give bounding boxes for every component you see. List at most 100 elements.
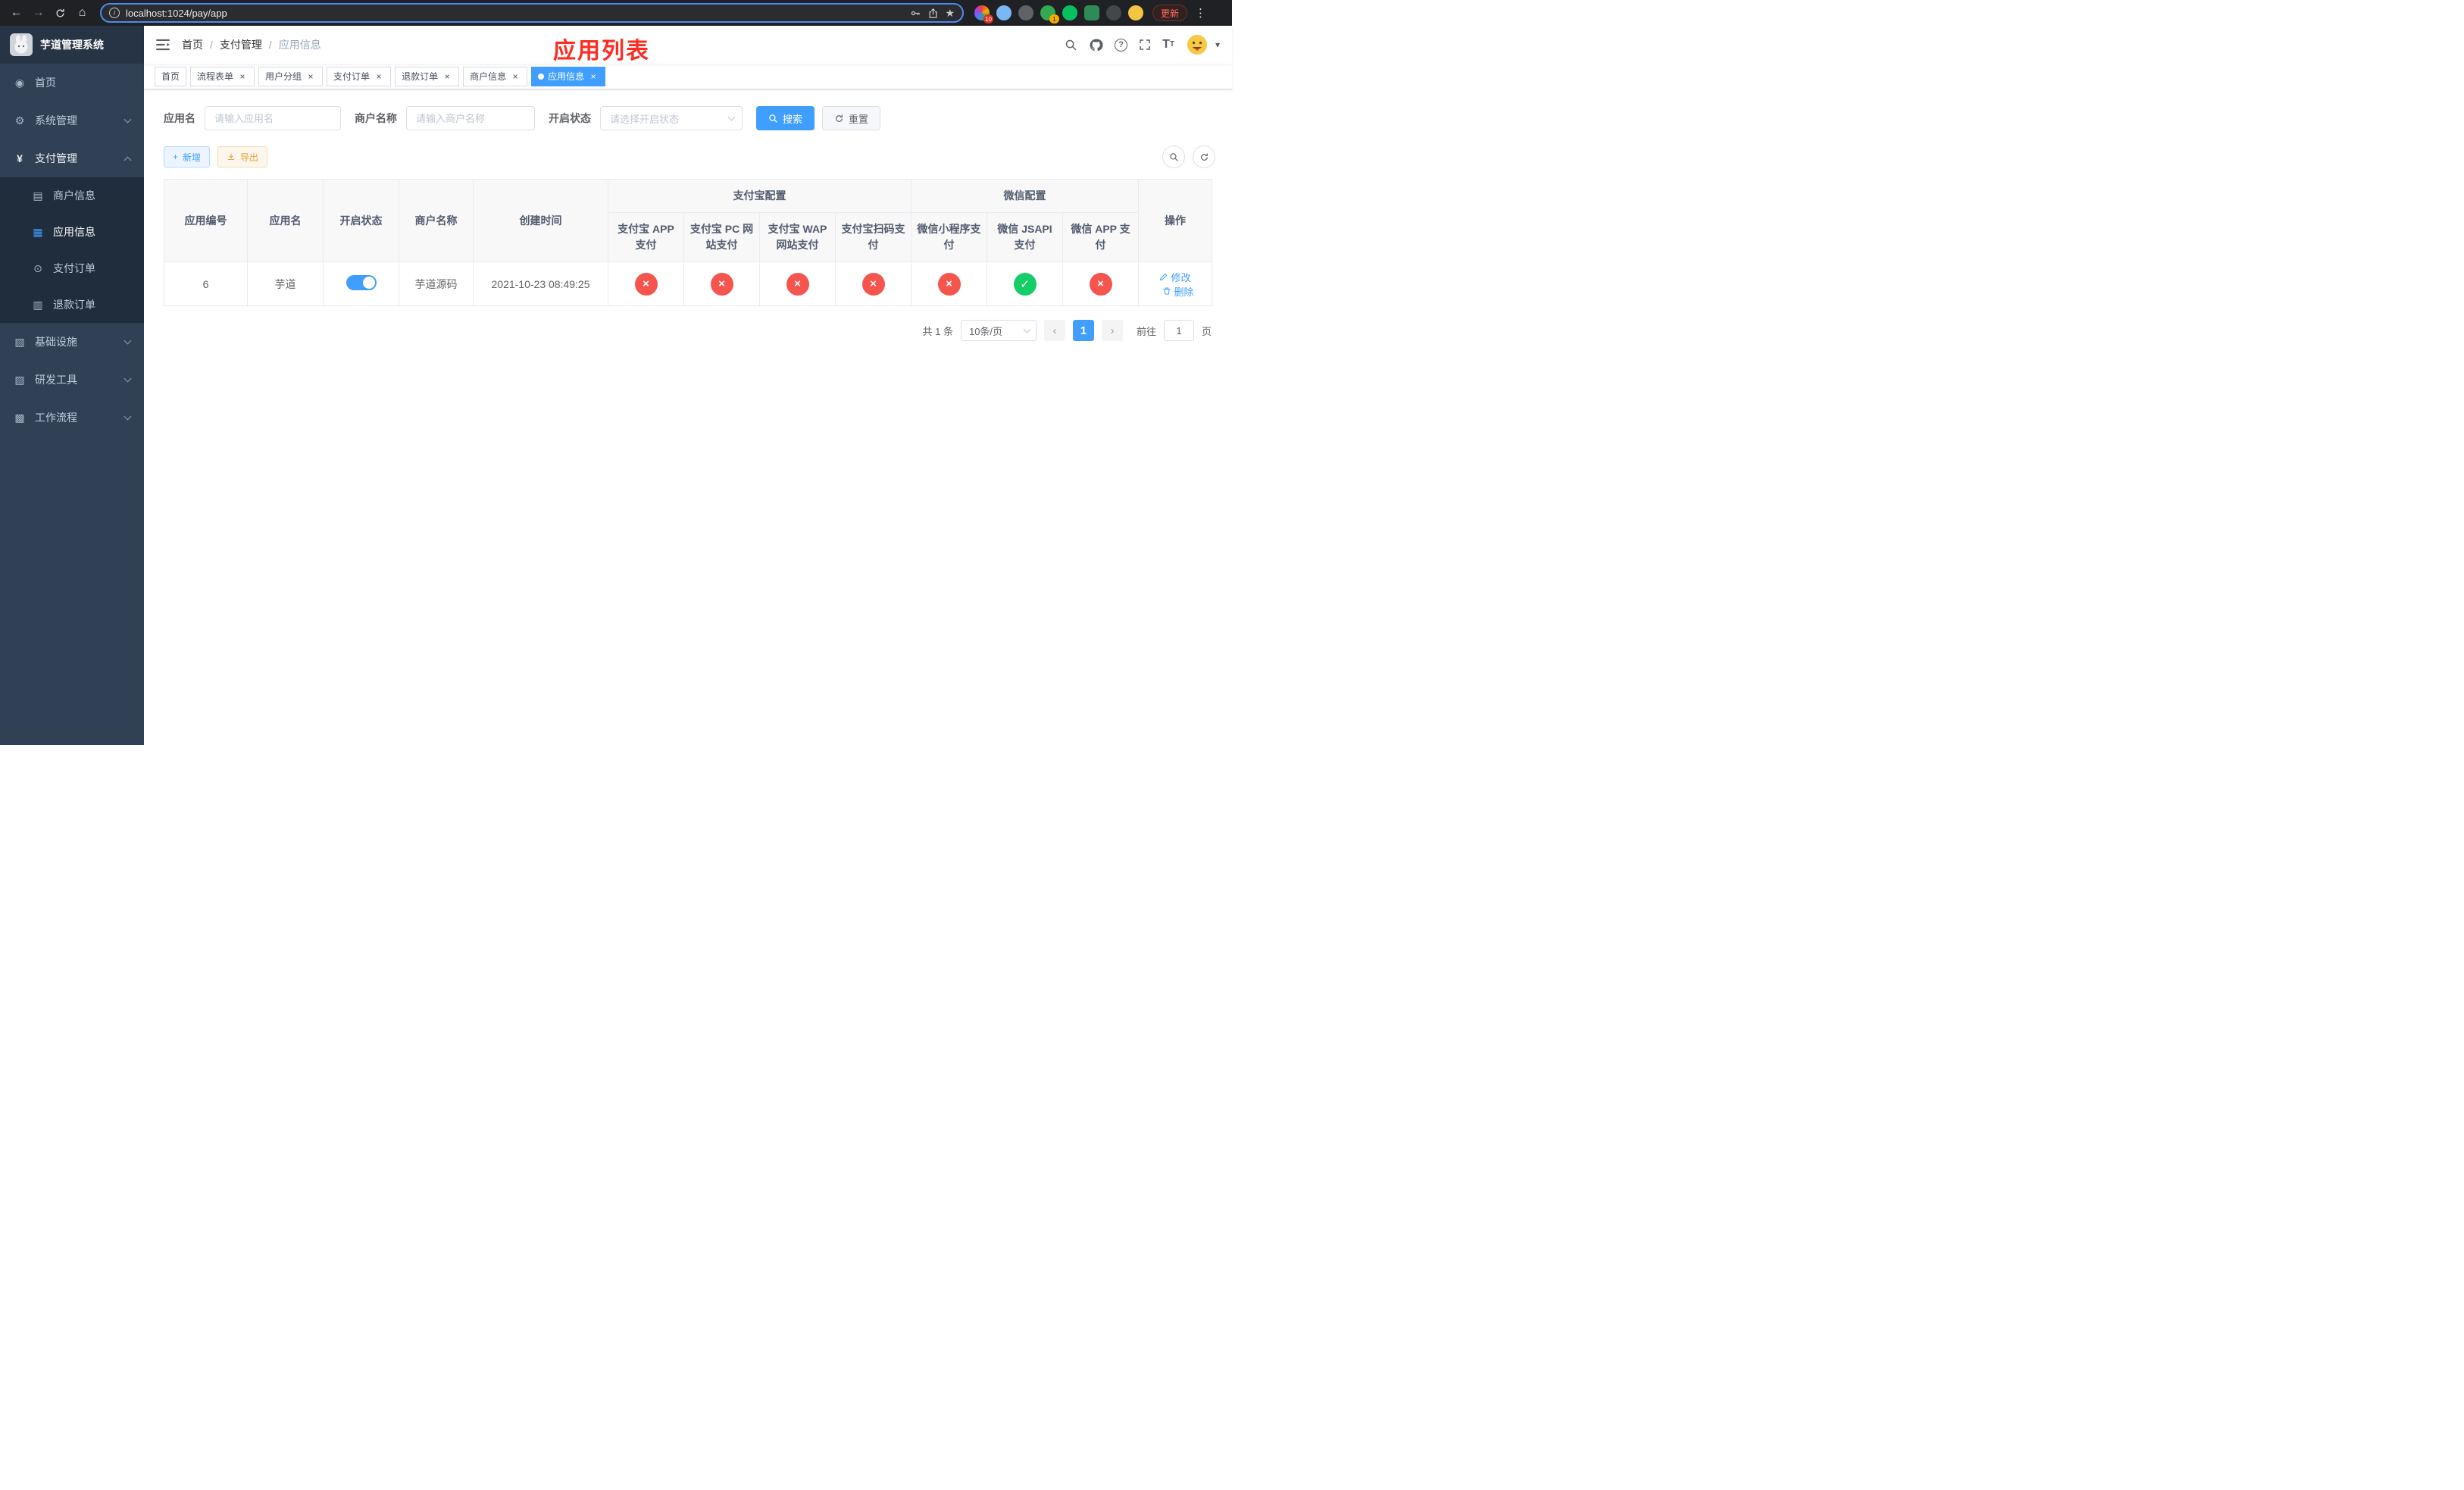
extension-green-avatar-icon[interactable]: 1 bbox=[1040, 5, 1059, 23]
group-header-wechat: 微信配置 bbox=[911, 179, 1139, 213]
extension-dark-icon[interactable] bbox=[1018, 5, 1033, 20]
close-icon[interactable]: × bbox=[305, 71, 316, 82]
col-header-name: 应用名 bbox=[247, 179, 324, 262]
avatar-caret-icon[interactable]: ▾ bbox=[1215, 39, 1220, 50]
sidebar-item-infrastructure[interactable]: ▧ 基础设施 bbox=[0, 323, 144, 361]
tab-pay-order[interactable]: 支付订单 × bbox=[327, 66, 392, 86]
col-header-alipay-qr: 支付宝扫码支付 bbox=[835, 212, 911, 262]
search-button[interactable]: 搜索 bbox=[756, 106, 815, 130]
cell-app-id: 6 bbox=[164, 261, 248, 306]
sidebar-item-merchant-info[interactable]: ▤ 商户信息 bbox=[0, 177, 144, 214]
password-key-icon[interactable] bbox=[910, 8, 921, 19]
dashboard-icon: ◉ bbox=[14, 76, 25, 89]
alipay-qr-disabled-icon: × bbox=[861, 272, 885, 296]
breadcrumb-pay[interactable]: 支付管理 bbox=[220, 37, 262, 52]
page-content: 应用名 商户名称 开启状态 请选择开启状态 搜索 bbox=[144, 89, 1232, 745]
active-tab-dot bbox=[538, 73, 545, 80]
toggle-search-button[interactable] bbox=[1162, 146, 1185, 168]
sidebar-item-label: 支付管理 bbox=[35, 152, 77, 164]
browser-menu-icon[interactable]: ⋮ bbox=[1195, 6, 1206, 20]
reset-button[interactable]: 重置 bbox=[822, 106, 881, 130]
prev-page-button[interactable]: ‹ bbox=[1043, 320, 1065, 341]
sidebar-item-pay-order[interactable]: ⊙ 支付订单 bbox=[0, 250, 144, 286]
address-bar[interactable]: i localhost:1024/pay/app ★ bbox=[100, 3, 964, 23]
page-number-button[interactable]: 1 bbox=[1072, 320, 1094, 341]
status-select[interactable]: 请选择开启状态 bbox=[600, 106, 743, 130]
browser-home-button[interactable]: ⌂ bbox=[72, 3, 92, 23]
chevron-down-icon bbox=[124, 412, 132, 421]
share-icon[interactable] bbox=[927, 8, 939, 19]
tab-merchant-info[interactable]: 商户信息 × bbox=[463, 66, 528, 86]
close-icon[interactable]: × bbox=[374, 71, 384, 82]
hamburger-icon[interactable] bbox=[156, 39, 170, 51]
browser-forward-button[interactable]: → bbox=[28, 3, 48, 23]
tab-refund-order[interactable]: 退款订单 × bbox=[395, 66, 460, 86]
github-icon[interactable] bbox=[1089, 38, 1103, 52]
bookmark-star-icon[interactable]: ★ bbox=[945, 8, 955, 18]
add-button[interactable]: + 新增 bbox=[164, 146, 211, 167]
sidebar-logo[interactable]: 芋道管理系统 bbox=[0, 26, 144, 64]
sidebar-item-devtools[interactable]: ▨ 研发工具 bbox=[0, 361, 144, 399]
breadcrumb-home[interactable]: 首页 bbox=[182, 37, 203, 52]
help-icon[interactable]: ? bbox=[1115, 38, 1128, 52]
page-size-select[interactable]: 10条/页 bbox=[960, 320, 1037, 341]
logo-avatar bbox=[10, 33, 33, 56]
chevron-down-icon bbox=[727, 113, 736, 121]
chrome-update-button[interactable]: 更新 bbox=[1152, 5, 1188, 21]
close-icon[interactable]: × bbox=[588, 71, 599, 82]
extension-pinwheel-icon[interactable]: 10 bbox=[974, 5, 993, 23]
chevron-down-icon bbox=[124, 337, 132, 345]
extension-book-icon[interactable] bbox=[1084, 5, 1099, 20]
extension-blue-icon[interactable] bbox=[996, 5, 1012, 20]
tab-app-info[interactable]: 应用信息 × bbox=[531, 66, 606, 86]
sidebar-item-app-info[interactable]: ▦ 应用信息 bbox=[0, 214, 144, 250]
refresh-button[interactable] bbox=[1193, 146, 1215, 168]
tab-home[interactable]: 首页 bbox=[155, 66, 187, 86]
gear-icon: ⚙ bbox=[14, 114, 25, 127]
col-header-actions: 操作 bbox=[1138, 179, 1212, 262]
alipay-app-disabled-icon: × bbox=[634, 272, 658, 296]
plus-icon: + bbox=[173, 152, 179, 162]
extensions-puzzle-icon[interactable] bbox=[1106, 5, 1121, 20]
group-header-alipay: 支付宝配置 bbox=[608, 179, 911, 213]
next-page-button[interactable]: › bbox=[1101, 320, 1123, 341]
edit-button[interactable]: 修改 bbox=[1159, 270, 1191, 284]
breadcrumb-current: 应用信息 bbox=[278, 39, 321, 51]
close-icon[interactable]: × bbox=[442, 71, 452, 82]
close-icon[interactable]: × bbox=[237, 71, 248, 82]
goto-page-input[interactable] bbox=[1163, 320, 1194, 341]
extension-badge: 10 bbox=[983, 14, 993, 23]
sidebar-item-payment[interactable]: ¥ 支付管理 bbox=[0, 139, 144, 177]
browser-reload-button[interactable] bbox=[50, 3, 70, 23]
browser-back-button[interactable]: ← bbox=[6, 3, 27, 23]
url-text[interactable]: localhost:1024/pay/app bbox=[126, 8, 904, 19]
site-info-icon[interactable]: i bbox=[109, 8, 120, 18]
extension-wechat-devtools-icon[interactable] bbox=[1062, 5, 1077, 20]
search-icon[interactable] bbox=[1065, 39, 1077, 52]
user-avatar[interactable] bbox=[1185, 33, 1209, 56]
breadcrumb: 首页 / 支付管理 / 应用信息 bbox=[182, 37, 321, 52]
fullscreen-icon[interactable] bbox=[1139, 39, 1151, 51]
profile-avatar-icon[interactable] bbox=[1128, 5, 1143, 20]
export-button[interactable]: 导出 bbox=[217, 146, 268, 167]
sidebar-item-home[interactable]: ◉ 首页 bbox=[0, 64, 144, 102]
sidebar-item-refund-order[interactable]: ▥ 退款订单 bbox=[0, 286, 144, 323]
merchant-name-input[interactable] bbox=[406, 106, 535, 130]
chevron-down-icon bbox=[124, 374, 132, 383]
status-toggle[interactable] bbox=[346, 275, 377, 290]
delete-button[interactable]: 删除 bbox=[1162, 284, 1194, 299]
status-label: 开启状态 bbox=[549, 112, 591, 124]
extension-badge: 1 bbox=[1049, 14, 1059, 23]
app-name-input[interactable] bbox=[205, 106, 341, 130]
sidebar-item-label: 应用信息 bbox=[53, 226, 95, 238]
table-toolbar: + 新增 导出 bbox=[164, 146, 1215, 168]
close-icon[interactable]: × bbox=[510, 71, 521, 82]
col-header-merchant: 商户名称 bbox=[399, 179, 474, 262]
font-size-icon[interactable]: TT bbox=[1162, 39, 1174, 51]
sidebar-item-workflow[interactable]: ▩ 工作流程 bbox=[0, 399, 144, 437]
goto-label: 前往 bbox=[1136, 325, 1156, 337]
tab-user-group[interactable]: 用户分组 × bbox=[258, 66, 324, 86]
wx-app-disabled-icon: × bbox=[1089, 272, 1112, 296]
tab-process-form[interactable]: 流程表单 × bbox=[190, 66, 255, 86]
sidebar-item-system[interactable]: ⚙ 系统管理 bbox=[0, 102, 144, 139]
